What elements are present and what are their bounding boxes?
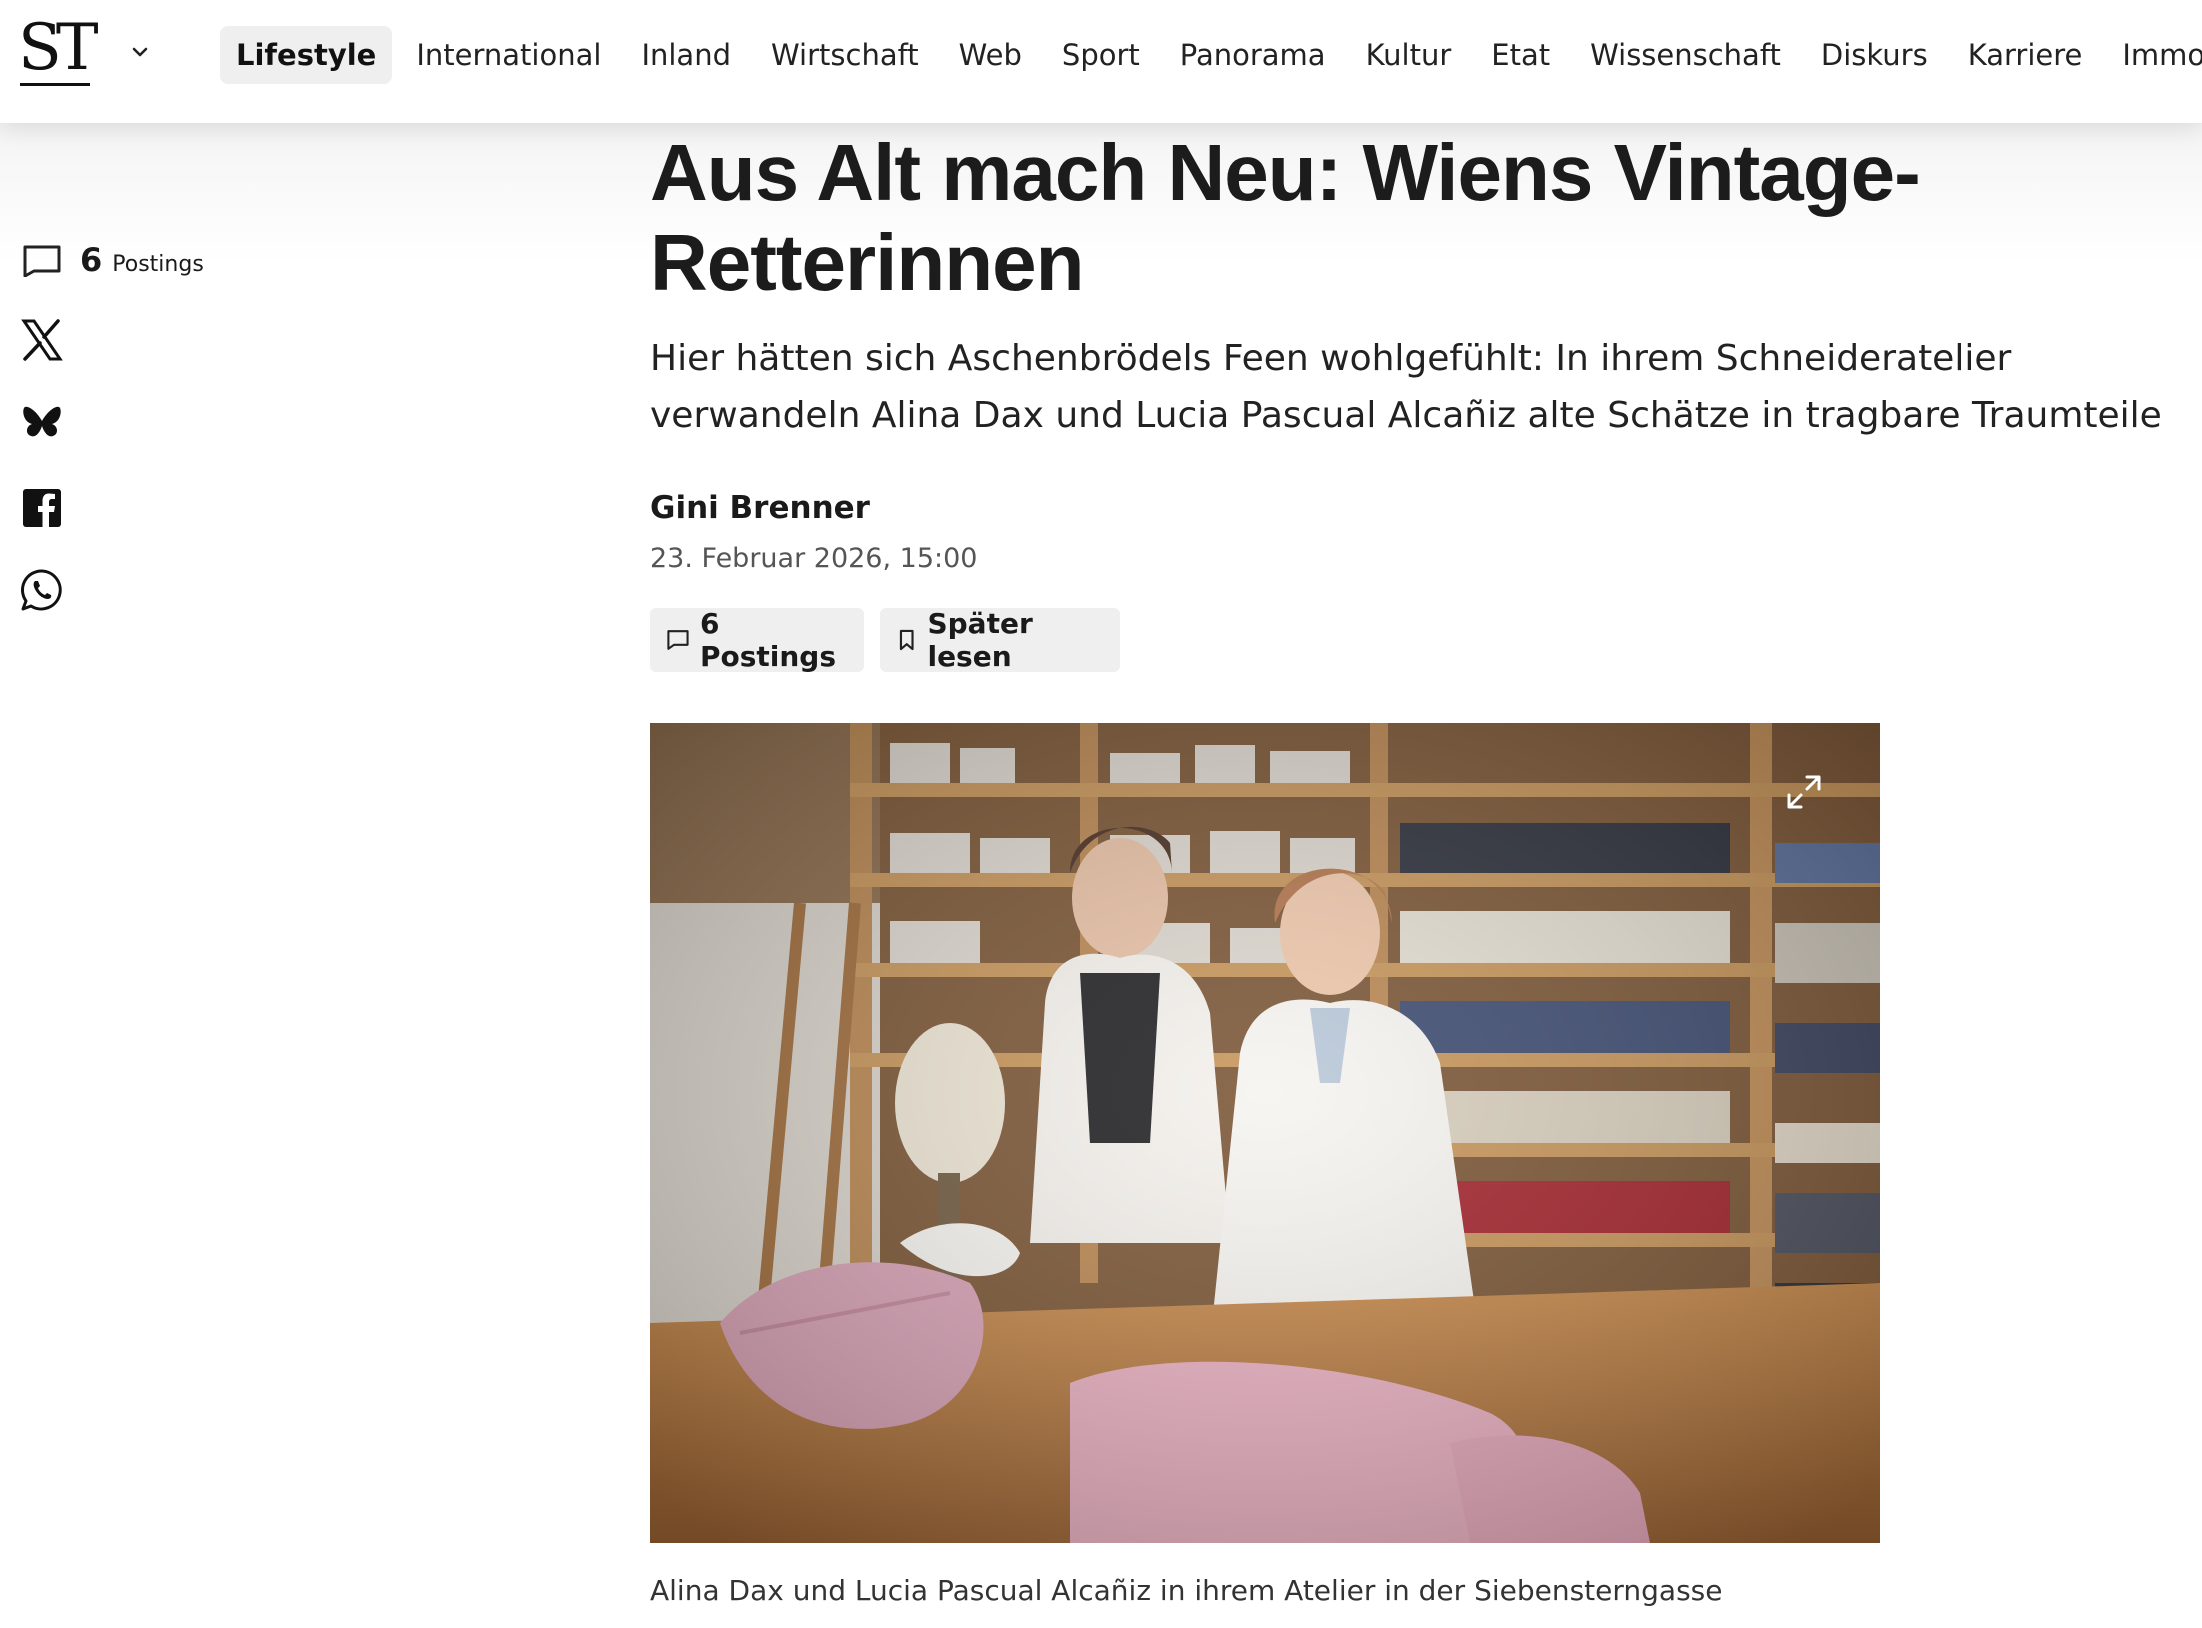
site-logo[interactable]: ST bbox=[18, 16, 98, 88]
nav-item-immobilien[interactable]: Immobilien bbox=[2106, 26, 2202, 84]
image-caption: Alina Dax und Lucia Pascual Alcañiz in i… bbox=[650, 1574, 1723, 1607]
comment-icon bbox=[23, 245, 61, 277]
nav-item-wissenschaft[interactable]: Wissenschaft bbox=[1574, 26, 1797, 84]
rail-postings-link[interactable]: 6 Postings bbox=[22, 240, 204, 280]
article-date: 23. Februar 2026, 15:00 bbox=[650, 543, 978, 574]
read-later-button[interactable]: Später lesen bbox=[880, 607, 1120, 673]
article-lead: Hier hätten sich Aschenbrödels Feen wohl… bbox=[650, 338, 2162, 436]
nav-item-international[interactable]: International bbox=[400, 26, 617, 84]
article-author[interactable]: Gini Brenner bbox=[650, 490, 870, 526]
nav-item-kultur[interactable]: Kultur bbox=[1350, 26, 1468, 84]
article-image[interactable] bbox=[650, 723, 1880, 1543]
expand-icon[interactable] bbox=[1785, 773, 1823, 811]
nav-item-panorama[interactable]: Panorama bbox=[1164, 26, 1342, 84]
x-icon[interactable] bbox=[20, 318, 64, 362]
nav-item-karriere[interactable]: Karriere bbox=[1952, 26, 2099, 84]
nav-item-sport[interactable]: Sport bbox=[1046, 26, 1156, 84]
postings-button-label: 6 Postings bbox=[699, 607, 837, 673]
nav-item-web[interactable]: Web bbox=[943, 26, 1038, 84]
rail-postings-count: 6 bbox=[80, 241, 103, 279]
facebook-icon[interactable] bbox=[20, 486, 64, 530]
rail-postings-label: Postings bbox=[112, 251, 204, 277]
bluesky-icon[interactable] bbox=[20, 402, 64, 446]
logo-underline bbox=[20, 83, 90, 86]
nav-item-inland[interactable]: Inland bbox=[625, 26, 747, 84]
nav-item-wirtschaft[interactable]: Wirtschaft bbox=[755, 26, 935, 84]
site-header: ST Lifestyle International Inland Wirtsc… bbox=[0, 0, 2202, 123]
nav-item-lifestyle[interactable]: Lifestyle bbox=[220, 26, 393, 84]
logo-text: ST bbox=[18, 11, 98, 85]
main-nav: Lifestyle International Inland Wirtschaf… bbox=[220, 26, 2202, 84]
read-later-label: Später lesen bbox=[927, 607, 1033, 673]
chevron-down-icon[interactable] bbox=[128, 40, 152, 64]
nav-item-etat[interactable]: Etat bbox=[1475, 26, 1566, 84]
postings-button[interactable]: 6 Postings bbox=[650, 607, 864, 673]
atelier-photo bbox=[650, 723, 1880, 1543]
whatsapp-icon[interactable] bbox=[20, 568, 64, 612]
nav-item-diskurs[interactable]: Diskurs bbox=[1805, 26, 1944, 84]
article-headline: Aus Alt mach Neu: Wiens Vintage-Retterin… bbox=[650, 128, 1921, 307]
bookmark-icon bbox=[899, 629, 914, 651]
comment-icon bbox=[667, 630, 689, 650]
